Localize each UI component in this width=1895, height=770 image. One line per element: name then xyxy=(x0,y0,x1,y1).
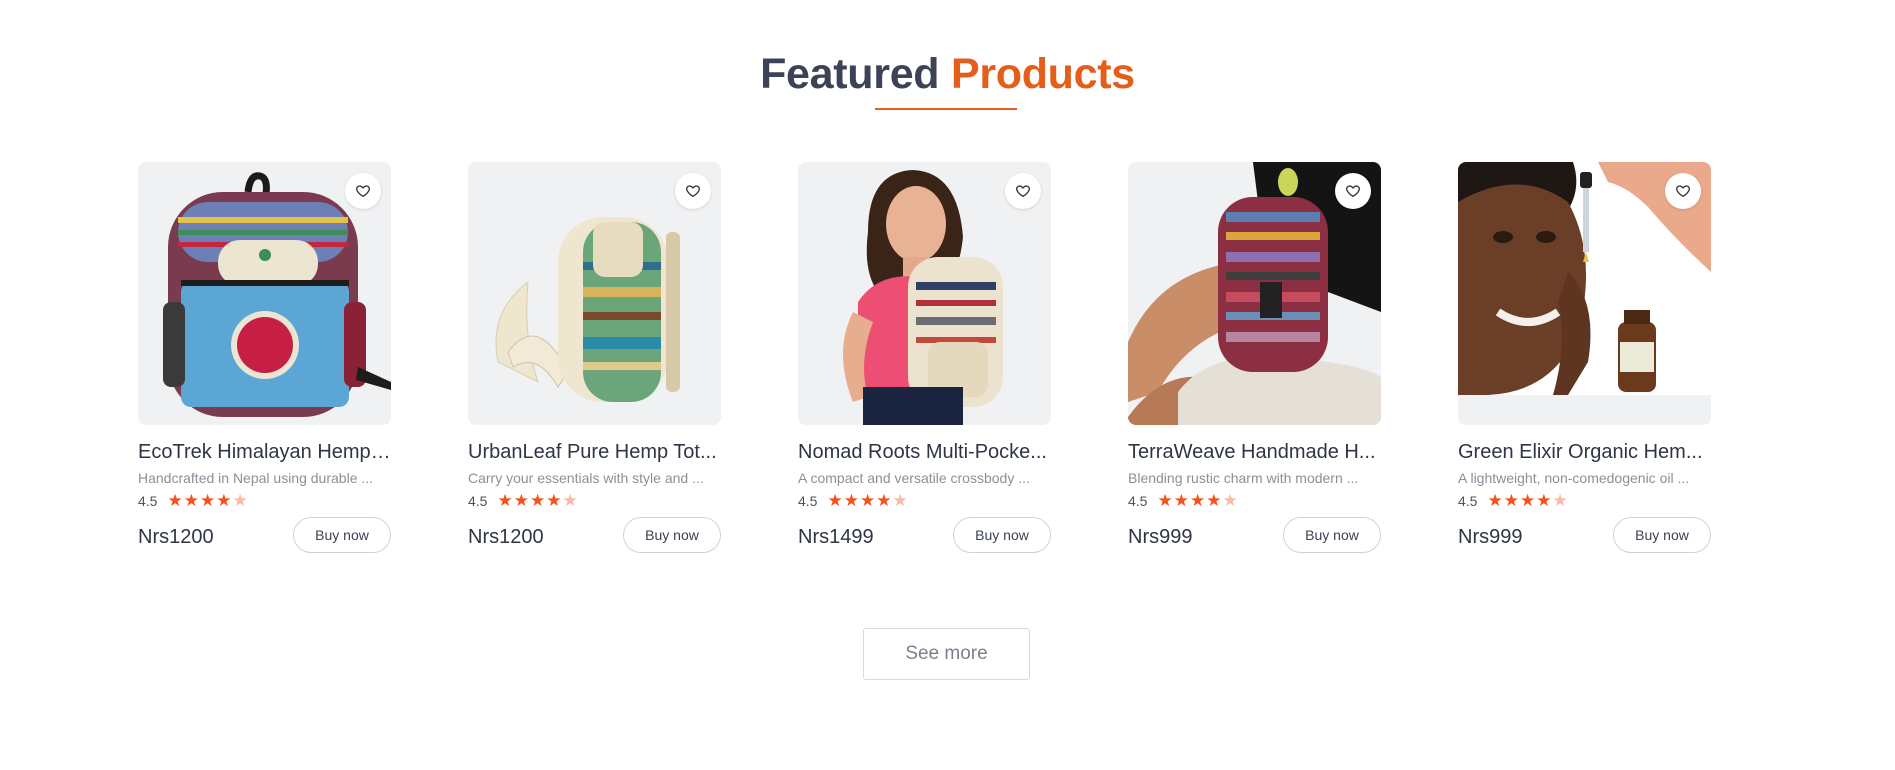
star-icon: ★ xyxy=(183,490,199,511)
rating-value: 4.5 xyxy=(1458,493,1478,509)
buy-now-button[interactable]: Buy now xyxy=(953,517,1051,553)
product-name[interactable]: Green Elixir Organic Hem... xyxy=(1458,441,1711,464)
star-icon: ★ xyxy=(1222,490,1238,511)
rating-value: 4.5 xyxy=(468,493,488,509)
rating-row: 4.5 ★ ★ ★ ★ ★ xyxy=(1128,491,1381,511)
product-description: A compact and versatile crossbody ... xyxy=(798,470,1030,486)
product-price: Nrs1200 xyxy=(468,525,544,548)
product-name[interactable]: UrbanLeaf Pure Hemp Tot... xyxy=(468,441,721,464)
product-name[interactable]: EcoTrek Himalayan Hemp ... xyxy=(138,441,391,464)
see-more-button[interactable]: See more xyxy=(863,628,1030,680)
title-underline xyxy=(875,108,1017,110)
heart-icon xyxy=(356,185,370,198)
rating-value: 4.5 xyxy=(138,493,158,509)
star-icon: ★ xyxy=(1487,490,1503,511)
buy-now-button[interactable]: Buy now xyxy=(1283,517,1381,553)
star-icon: ★ xyxy=(167,490,183,511)
star-icon: ★ xyxy=(232,490,248,511)
wishlist-button[interactable] xyxy=(1335,173,1371,209)
star-icon: ★ xyxy=(497,490,513,511)
price-row: Nrs999 Buy now xyxy=(1128,517,1381,553)
product-card[interactable]: TerraWeave Handmade H... Blending rustic… xyxy=(1128,162,1381,553)
star-icon: ★ xyxy=(529,490,546,511)
star-icon: ★ xyxy=(1206,490,1222,511)
product-card[interactable]: UrbanLeaf Pure Hemp Tot... Carry your es… xyxy=(468,162,721,553)
wishlist-button[interactable] xyxy=(345,173,381,209)
heart-icon xyxy=(1346,185,1360,198)
section-title-main: Featured xyxy=(760,50,940,98)
star-icon: ★ xyxy=(199,490,216,511)
product-description: Handcrafted in Nepal using durable ... xyxy=(138,470,374,486)
product-price: Nrs1200 xyxy=(138,525,214,548)
star-icon: ★ xyxy=(1173,490,1189,511)
price-row: Nrs1200 Buy now xyxy=(138,517,391,553)
buy-now-button[interactable]: Buy now xyxy=(623,517,721,553)
product-price: Nrs999 xyxy=(1458,525,1523,548)
product-card[interactable]: Green Elixir Organic Hem... A lightweigh… xyxy=(1458,162,1711,553)
product-description: Blending rustic charm with modern ... xyxy=(1128,470,1359,486)
star-icon: ★ xyxy=(1552,490,1568,511)
star-icon: ★ xyxy=(843,490,859,511)
buy-now-button[interactable]: Buy now xyxy=(1613,517,1711,553)
product-image[interactable] xyxy=(1128,162,1381,425)
star-icon: ★ xyxy=(1157,490,1173,511)
heart-icon xyxy=(1676,185,1690,198)
rating-row: 4.5 ★ ★ ★ ★ ★ xyxy=(138,491,391,511)
product-price: Nrs1499 xyxy=(798,525,874,548)
price-row: Nrs1499 Buy now xyxy=(798,517,1051,553)
heart-icon xyxy=(686,185,700,198)
rating-row: 4.5 ★ ★ ★ ★ ★ xyxy=(798,491,1051,511)
product-description: A lightweight, non-comedogenic oil ... xyxy=(1458,470,1690,486)
rating-value: 4.5 xyxy=(1128,493,1148,509)
star-icon: ★ xyxy=(562,490,578,511)
product-name[interactable]: Nomad Roots Multi-Pocke... xyxy=(798,441,1051,464)
wishlist-button[interactable] xyxy=(1005,173,1041,209)
wishlist-button[interactable] xyxy=(1665,173,1701,209)
product-price: Nrs999 xyxy=(1128,525,1193,548)
rating-row: 4.5 ★ ★ ★ ★ ★ xyxy=(1458,491,1711,511)
product-name[interactable]: TerraWeave Handmade H... xyxy=(1128,441,1381,464)
product-image[interactable] xyxy=(1458,162,1711,425)
star-icon: ★ xyxy=(546,490,562,511)
star-icon: ★ xyxy=(876,490,892,511)
price-row: Nrs999 Buy now xyxy=(1458,517,1711,553)
product-card[interactable]: EcoTrek Himalayan Hemp ... Handcrafted i… xyxy=(138,162,391,553)
rating-row: 4.5 ★ ★ ★ ★ ★ xyxy=(468,491,721,511)
section-title-accent: Products xyxy=(950,50,1135,98)
product-image[interactable] xyxy=(798,162,1051,425)
section-title: Featured Products xyxy=(0,50,1895,99)
product-card[interactable]: Nomad Roots Multi-Pocke... A compact and… xyxy=(798,162,1051,553)
star-icon: ★ xyxy=(1519,490,1536,511)
star-icon: ★ xyxy=(513,490,529,511)
product-image[interactable] xyxy=(468,162,721,425)
star-icon: ★ xyxy=(1503,490,1519,511)
star-icon: ★ xyxy=(216,490,232,511)
heart-icon xyxy=(1016,185,1030,198)
wishlist-button[interactable] xyxy=(675,173,711,209)
star-icon: ★ xyxy=(1189,490,1206,511)
price-row: Nrs1200 Buy now xyxy=(468,517,721,553)
product-image[interactable] xyxy=(138,162,391,425)
star-icon: ★ xyxy=(827,490,843,511)
star-icon: ★ xyxy=(859,490,876,511)
product-description: Carry your essentials with style and ... xyxy=(468,470,704,486)
rating-value: 4.5 xyxy=(798,493,818,509)
star-icon: ★ xyxy=(892,490,908,511)
buy-now-button[interactable]: Buy now xyxy=(293,517,391,553)
star-icon: ★ xyxy=(1536,490,1552,511)
